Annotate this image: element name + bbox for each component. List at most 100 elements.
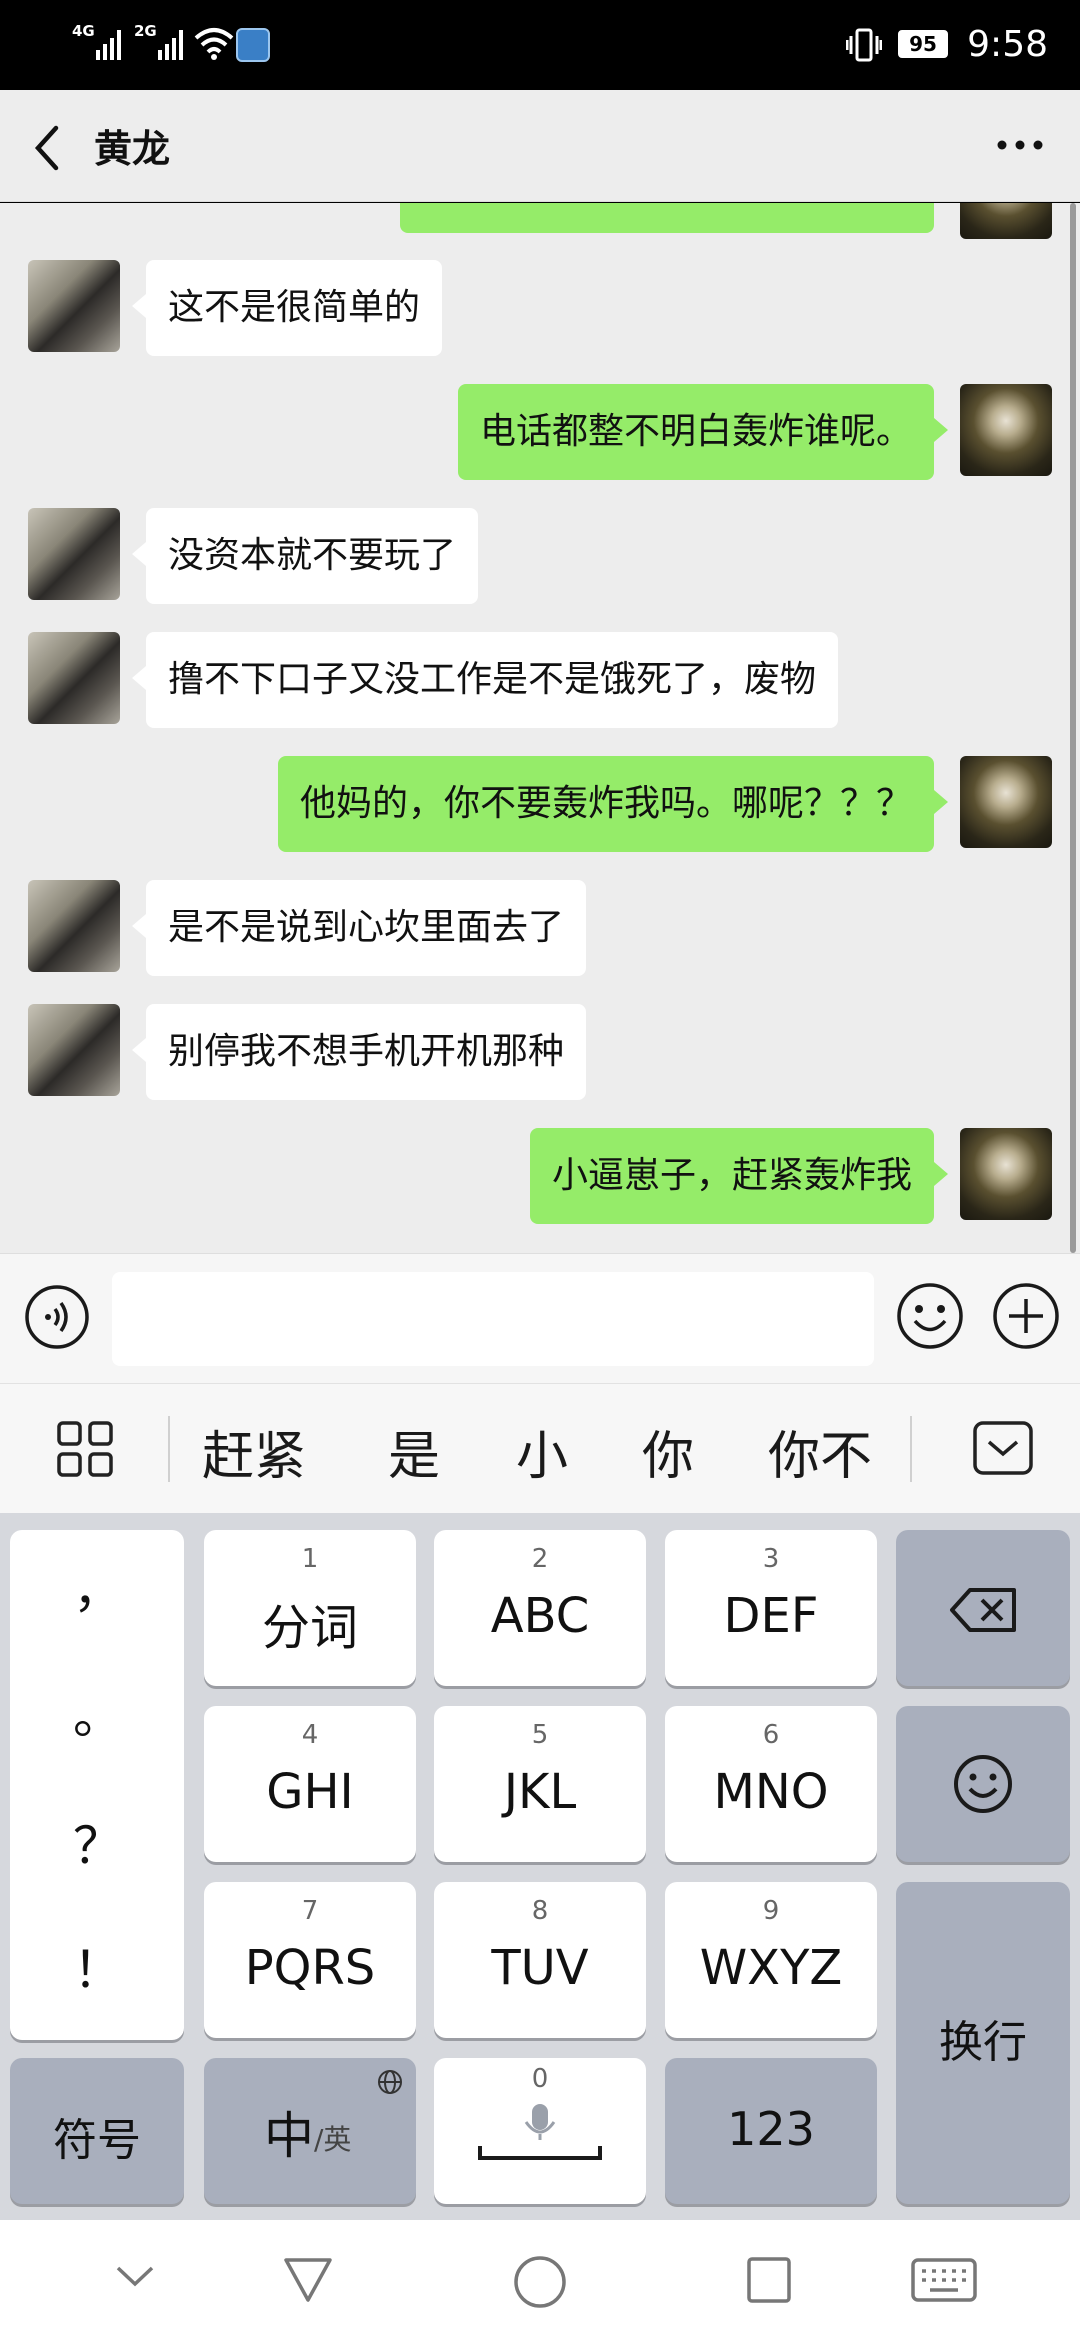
key-label: PQRS bbox=[244, 1940, 376, 1996]
clock: 9:58 bbox=[967, 24, 1048, 65]
more-options-icon[interactable] bbox=[990, 120, 1050, 170]
emoji-icon[interactable] bbox=[896, 1282, 964, 1350]
backspace-key[interactable] bbox=[896, 1530, 1070, 1686]
message-input[interactable] bbox=[112, 1272, 874, 1366]
key-6[interactable]: 6 MNO bbox=[665, 1706, 877, 1862]
plus-icon[interactable] bbox=[992, 1282, 1060, 1350]
key-label: JKL bbox=[503, 1764, 577, 1820]
back-button[interactable] bbox=[24, 120, 74, 176]
message-row: 电话都整不明白轰炸谁呢。 bbox=[0, 384, 1080, 484]
message-bubble[interactable]: 这不是很简单的 bbox=[131, 260, 443, 356]
key-label: WXYZ bbox=[699, 1940, 843, 1996]
keyboard-switch-icon[interactable] bbox=[910, 2254, 978, 2306]
back-triangle-icon[interactable] bbox=[282, 2254, 334, 2306]
candidate-word[interactable]: 小 bbox=[516, 1414, 568, 1489]
key-label: TUV bbox=[491, 1940, 589, 1996]
avatar[interactable] bbox=[28, 880, 120, 972]
key-3[interactable]: 3 DEF bbox=[665, 1530, 877, 1686]
message-row: 这不是很简单的 bbox=[0, 260, 1080, 360]
numeric-key[interactable]: 123 bbox=[665, 2058, 877, 2204]
battery-indicator: 95 bbox=[898, 30, 948, 58]
message-bubble[interactable]: 撸不下口子又没工作是不是饿死了，废物 bbox=[131, 632, 839, 728]
message-row: 是不是说到心坎里面去了 bbox=[0, 880, 1080, 980]
lang-main-label: 中 bbox=[264, 2107, 314, 2165]
symbols-key[interactable]: 符号 bbox=[10, 2058, 184, 2204]
input-bar bbox=[0, 1253, 1080, 1383]
message-row bbox=[0, 203, 1080, 239]
message-list[interactable]: 这不是很简单的 电话都整不明白轰炸谁呢。 没资本就不要玩了 撸不下口子又没工作是… bbox=[0, 203, 1080, 1253]
avatar[interactable] bbox=[28, 632, 120, 724]
punctuation-key[interactable]: ？ bbox=[10, 1806, 186, 1878]
collapse-keyboard-icon[interactable] bbox=[972, 1420, 1034, 1476]
recents-square-icon[interactable] bbox=[744, 2254, 794, 2306]
message-bubble[interactable]: 小逼崽子，赶紧轰炸我 bbox=[529, 1128, 949, 1224]
key-8[interactable]: 8 TUV bbox=[434, 1882, 646, 2038]
keyboard: ， 。 ？ ！ 1 分词 2 ABC 3 DEF 4 GHI 5 JKL 6 M… bbox=[0, 1513, 1080, 2220]
key-label: DEF bbox=[723, 1588, 819, 1644]
vibrate-icon bbox=[846, 28, 882, 62]
chat-title: 黄龙 bbox=[94, 127, 171, 171]
message-bubble[interactable] bbox=[400, 203, 934, 233]
avatar[interactable] bbox=[28, 260, 120, 352]
key-2[interactable]: 2 ABC bbox=[434, 1530, 646, 1686]
message-row: 小逼崽子，赶紧轰炸我 bbox=[0, 1128, 1080, 1228]
globe-icon bbox=[378, 2070, 402, 2094]
key-label: ABC bbox=[490, 1588, 590, 1644]
candidate-word[interactable]: 赶紧 bbox=[202, 1414, 306, 1489]
message-bubble[interactable]: 他妈的，你不要轰炸我吗。哪呢？？？ bbox=[277, 756, 949, 852]
key-1[interactable]: 1 分词 bbox=[204, 1530, 416, 1686]
key-4[interactable]: 4 GHI bbox=[204, 1706, 416, 1862]
message-row: 没资本就不要玩了 bbox=[0, 508, 1080, 608]
candidate-word[interactable]: 是 bbox=[388, 1414, 440, 1489]
avatar[interactable] bbox=[960, 203, 1052, 239]
key-number: 0 bbox=[531, 2064, 549, 2094]
key-label: MNO bbox=[713, 1764, 829, 1820]
candidate-word[interactable]: 你不 bbox=[768, 1414, 872, 1489]
key-label: GHI bbox=[266, 1764, 354, 1820]
key-5[interactable]: 5 JKL bbox=[434, 1706, 646, 1862]
hide-keyboard-icon[interactable] bbox=[112, 2254, 158, 2300]
avatar[interactable] bbox=[960, 756, 1052, 848]
app-notification-icon bbox=[236, 28, 270, 62]
enter-key[interactable]: 换行 bbox=[896, 1882, 1070, 2204]
punctuation-key[interactable]: 。 bbox=[10, 1676, 186, 1748]
avatar[interactable] bbox=[960, 1128, 1052, 1220]
punctuation-key[interactable]: ！ bbox=[10, 1930, 186, 2002]
emoji-key[interactable] bbox=[896, 1706, 1070, 1862]
key-number: 2 bbox=[531, 1544, 549, 1574]
message-row: 别停我不想手机开机那种 bbox=[0, 1004, 1080, 1104]
key-number: 7 bbox=[301, 1896, 319, 1926]
divider bbox=[168, 1416, 170, 1482]
backspace-icon bbox=[950, 1588, 1016, 1632]
punctuation-column[interactable]: ， 。 ？ ！ bbox=[10, 1530, 184, 2040]
key-label: 分词 bbox=[261, 1600, 358, 1656]
space-key[interactable]: 0 bbox=[434, 2058, 646, 2204]
message-row: 撸不下口子又没工作是不是饿死了，废物 bbox=[0, 632, 1080, 732]
grid-menu-icon[interactable] bbox=[56, 1420, 114, 1478]
divider bbox=[910, 1416, 912, 1482]
signal-strength-icon bbox=[96, 26, 121, 60]
message-bubble[interactable]: 别停我不想手机开机那种 bbox=[131, 1004, 587, 1100]
key-label: 符号 bbox=[53, 2115, 141, 2166]
avatar[interactable] bbox=[28, 508, 120, 600]
key-number: 3 bbox=[762, 1544, 780, 1574]
home-circle-icon[interactable] bbox=[512, 2254, 568, 2310]
key-number: 1 bbox=[301, 1544, 319, 1574]
key-label: 123 bbox=[727, 2102, 815, 2156]
avatar[interactable] bbox=[960, 384, 1052, 476]
key-number: 6 bbox=[762, 1720, 780, 1750]
message-bubble[interactable]: 没资本就不要玩了 bbox=[131, 508, 479, 604]
voice-input-icon[interactable] bbox=[24, 1284, 90, 1350]
key-number: 5 bbox=[531, 1720, 549, 1750]
avatar[interactable] bbox=[28, 1004, 120, 1096]
language-switch-key[interactable]: 中 /英 bbox=[204, 2058, 416, 2204]
scrollbar[interactable] bbox=[1070, 203, 1076, 1253]
message-bubble[interactable]: 电话都整不明白轰炸谁呢。 bbox=[457, 384, 949, 480]
system-nav-bar bbox=[0, 2220, 1080, 2340]
candidate-word[interactable]: 你 bbox=[642, 1414, 694, 1489]
key-9[interactable]: 9 WXYZ bbox=[665, 1882, 877, 2038]
key-7[interactable]: 7 PQRS bbox=[204, 1882, 416, 2038]
microphone-icon bbox=[478, 2104, 602, 2160]
punctuation-key[interactable]: ， bbox=[10, 1550, 186, 1622]
message-bubble[interactable]: 是不是说到心坎里面去了 bbox=[131, 880, 587, 976]
